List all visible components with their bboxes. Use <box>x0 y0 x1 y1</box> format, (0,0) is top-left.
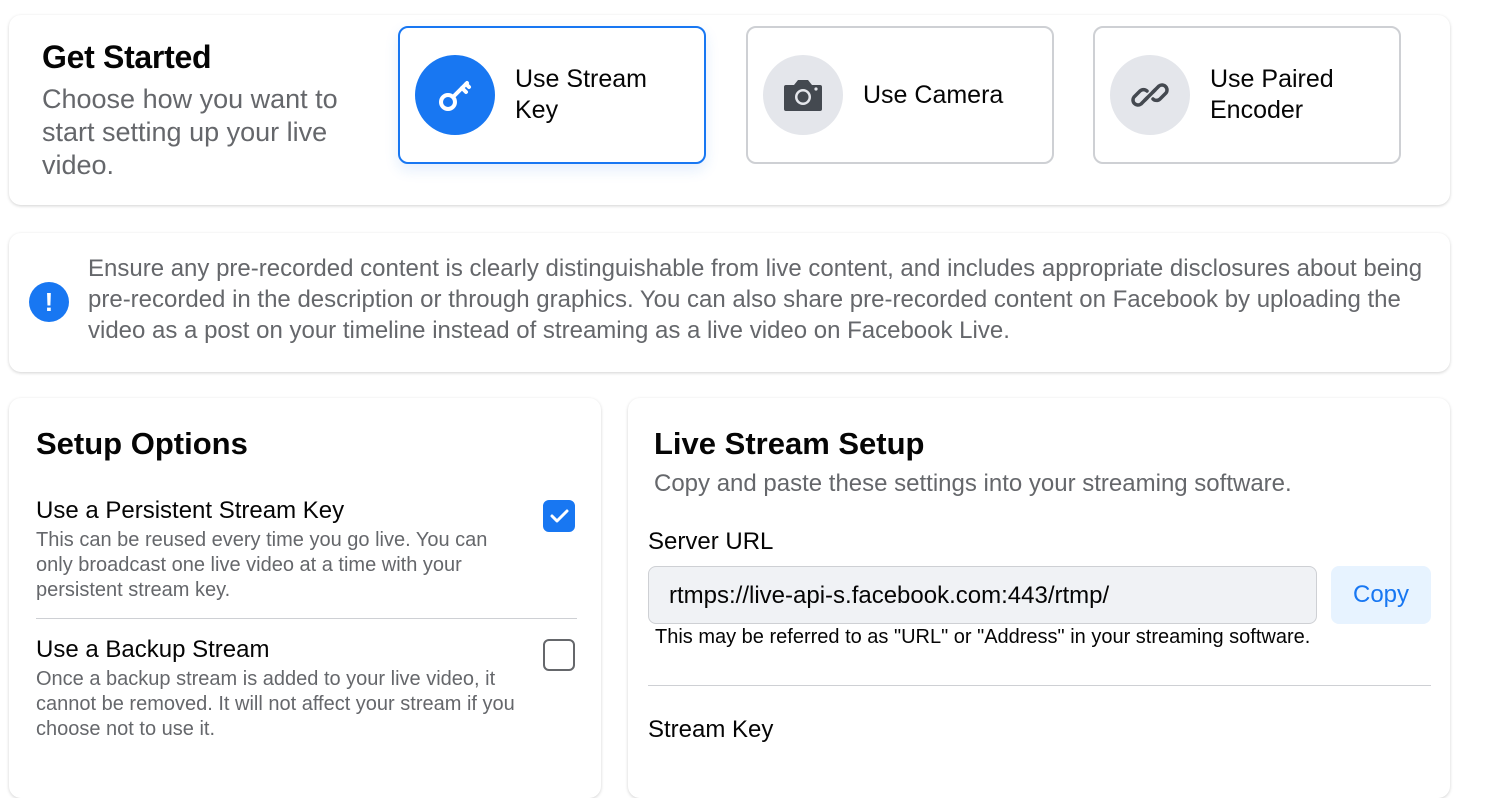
notice-text: Ensure any pre-recorded content is clear… <box>88 255 1423 344</box>
stream-key-label: Stream Key <box>648 716 774 743</box>
live-stream-setup-subtitle: Copy and paste these settings into your … <box>654 470 1292 497</box>
setup-divider <box>648 685 1431 686</box>
get-started-description: Choose how you want to start setting up … <box>42 84 338 180</box>
use-camera-option[interactable]: Use Camera <box>746 26 1054 164</box>
pre-recorded-notice: ! Ensure any pre-recorded content is cle… <box>9 233 1450 372</box>
persistent-key-checkbox[interactable] <box>543 500 575 532</box>
server-url-hint: This may be referred to as "URL" or "Add… <box>655 626 1311 648</box>
setup-options-title: Setup Options <box>36 426 248 461</box>
key-icon <box>415 55 495 135</box>
backup-stream-option: Use a Backup Stream Once a backup stream… <box>36 635 576 742</box>
server-url-field[interactable]: rtmps://live-api-s.facebook.com:443/rtmp… <box>648 566 1317 624</box>
use-stream-key-option[interactable]: Use Stream Key <box>398 26 706 164</box>
camera-icon <box>763 55 843 135</box>
backup-stream-checkbox[interactable] <box>543 639 575 671</box>
checkmark-icon <box>550 509 569 523</box>
backup-stream-title: Use a Backup Stream <box>36 636 270 663</box>
option-label: Use Stream Key <box>515 65 647 124</box>
persistent-stream-key-option: Use a Persistent Stream Key This can be … <box>36 496 576 603</box>
link-icon <box>1110 55 1190 135</box>
server-url-label: Server URL <box>648 528 774 555</box>
live-stream-setup-title: Live Stream Setup <box>654 426 925 461</box>
persistent-key-description: This can be reused every time you go liv… <box>36 529 488 601</box>
option-label: Use Paired Encoder <box>1210 65 1334 124</box>
exclamation-icon: ! <box>29 282 69 322</box>
options-divider <box>36 618 577 619</box>
persistent-key-title: Use a Persistent Stream Key <box>36 497 345 524</box>
copy-server-url-button[interactable]: Copy <box>1331 566 1431 624</box>
use-paired-encoder-option[interactable]: Use Paired Encoder <box>1093 26 1401 164</box>
get-started-title: Get Started <box>42 39 212 75</box>
option-label: Use Camera <box>863 80 1004 109</box>
backup-stream-description: Once a backup stream is added to your li… <box>36 668 515 740</box>
